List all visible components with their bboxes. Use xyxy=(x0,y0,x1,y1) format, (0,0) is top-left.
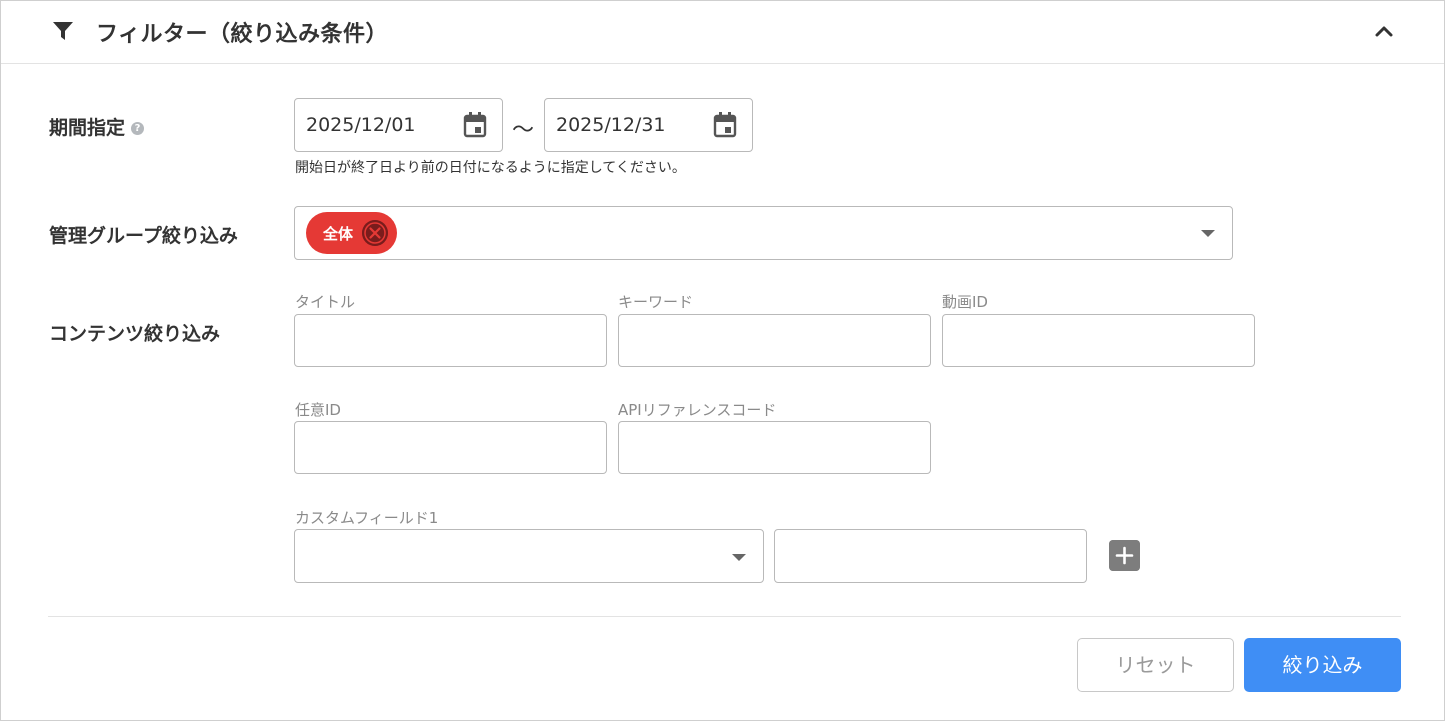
filter-panel: フィルター（絞り込み条件） 期間指定? 2025/12/01 ～ 2025/12… xyxy=(0,0,1445,721)
custom-id-input[interactable] xyxy=(294,421,607,474)
end-date-input[interactable]: 2025/12/31 xyxy=(544,98,753,152)
end-date-value: 2025/12/31 xyxy=(556,114,666,136)
keyword-input[interactable] xyxy=(618,314,931,367)
reset-button[interactable]: リセット xyxy=(1077,638,1234,692)
custom-id-field-label: 任意ID xyxy=(295,401,341,419)
period-label: 期間指定? xyxy=(49,113,145,140)
custom-field-select[interactable] xyxy=(294,529,764,583)
start-date-value: 2025/12/01 xyxy=(306,114,416,136)
chevron-up-icon[interactable] xyxy=(1371,18,1397,44)
custom-field-label: カスタムフィールド1 xyxy=(295,509,439,527)
plus-icon[interactable] xyxy=(1109,540,1140,571)
calendar-icon[interactable] xyxy=(462,111,488,139)
caret-down-icon[interactable] xyxy=(732,554,746,561)
period-label-text: 期間指定 xyxy=(49,117,126,139)
group-chip-label: 全体 xyxy=(323,225,354,243)
calendar-icon[interactable] xyxy=(712,111,738,139)
content-filter-label: コンテンツ絞り込み xyxy=(49,323,221,345)
title-field-label: タイトル xyxy=(295,293,356,311)
group-chip: 全体 xyxy=(306,212,397,254)
title-input[interactable] xyxy=(294,314,607,367)
date-hint: 開始日が終了日より前の日付になるように指定してください。 xyxy=(295,160,686,176)
video-id-input[interactable] xyxy=(942,314,1255,367)
group-select[interactable]: 全体 xyxy=(294,206,1233,260)
footer-divider xyxy=(48,616,1401,617)
caret-down-icon[interactable] xyxy=(1201,230,1215,237)
panel-title: フィルター（絞り込み条件） xyxy=(96,22,389,47)
keyword-field-label: キーワード xyxy=(618,293,694,311)
start-date-input[interactable]: 2025/12/01 xyxy=(294,98,503,152)
api-ref-field-label: APIリファレンスコード xyxy=(618,401,777,419)
apply-filter-button[interactable]: 絞り込み xyxy=(1244,638,1401,692)
remove-chip-icon[interactable] xyxy=(362,220,388,246)
filter-panel-header[interactable]: フィルター（絞り込み条件） xyxy=(1,1,1444,64)
filter-icon xyxy=(53,22,73,40)
custom-field-value-input[interactable] xyxy=(774,529,1087,583)
api-ref-input[interactable] xyxy=(618,421,931,474)
help-icon[interactable]: ? xyxy=(131,122,145,135)
date-range-separator: ～ xyxy=(512,118,535,143)
video-id-field-label: 動画ID xyxy=(942,293,988,311)
group-filter-label: 管理グループ絞り込み xyxy=(49,225,238,247)
